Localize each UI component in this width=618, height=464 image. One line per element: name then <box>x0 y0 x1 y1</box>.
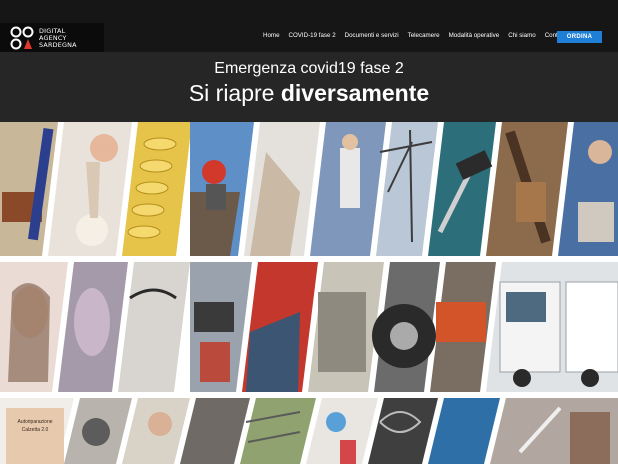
tile-eyewear <box>118 262 190 392</box>
hero-title: Si riapre diversamente <box>0 80 618 107</box>
photo-mosaic-graphic: Autoriparazione Calzetta 2.0 <box>0 122 618 464</box>
hero-subtitle: Emergenza covid19 fase 2 <box>214 60 404 77</box>
mosaic-row-1 <box>0 122 618 256</box>
nav-item-modalita-operative[interactable]: Modalità operative <box>449 32 500 42</box>
hero-title-normal: Si riapre <box>188 80 275 106</box>
nav-item-home[interactable]: Home <box>263 32 280 42</box>
logo-text: DIGITAL AGENCY SARDEGNA <box>39 28 77 49</box>
badge-line-2: Calzetta 2.0 <box>22 427 49 433</box>
nav-item-documenti-servizi[interactable]: Documenti e servizi <box>345 32 399 42</box>
nav-item-telecamere[interactable]: Telecamere <box>408 32 440 42</box>
logo-line-sardegna: SARDEGNA <box>39 41 77 49</box>
main-menu: Home COVID-19 fase 2 Documenti e servizi… <box>263 32 575 42</box>
nav-item-chi-siamo[interactable]: Chi siamo <box>508 32 536 42</box>
tile-greenhouse <box>240 398 316 464</box>
mosaic-row-2 <box>0 262 618 392</box>
logo-mark-icon <box>10 26 34 50</box>
hero-title-bold: diversamente <box>280 80 430 106</box>
photo-mosaic: Autoriparazione Calzetta 2.0 <box>0 122 618 464</box>
tile-blue-glass <box>428 398 500 464</box>
mosaic-row-3: Autoriparazione Calzetta 2.0 <box>0 398 618 464</box>
nav-item-covid19-fase2[interactable]: COVID-19 fase 2 <box>289 32 336 42</box>
badge-line-1: Autoriparazione <box>17 419 52 425</box>
tile-hair-salon <box>180 398 250 464</box>
ordina-button[interactable]: ORDINA <box>557 31 602 43</box>
